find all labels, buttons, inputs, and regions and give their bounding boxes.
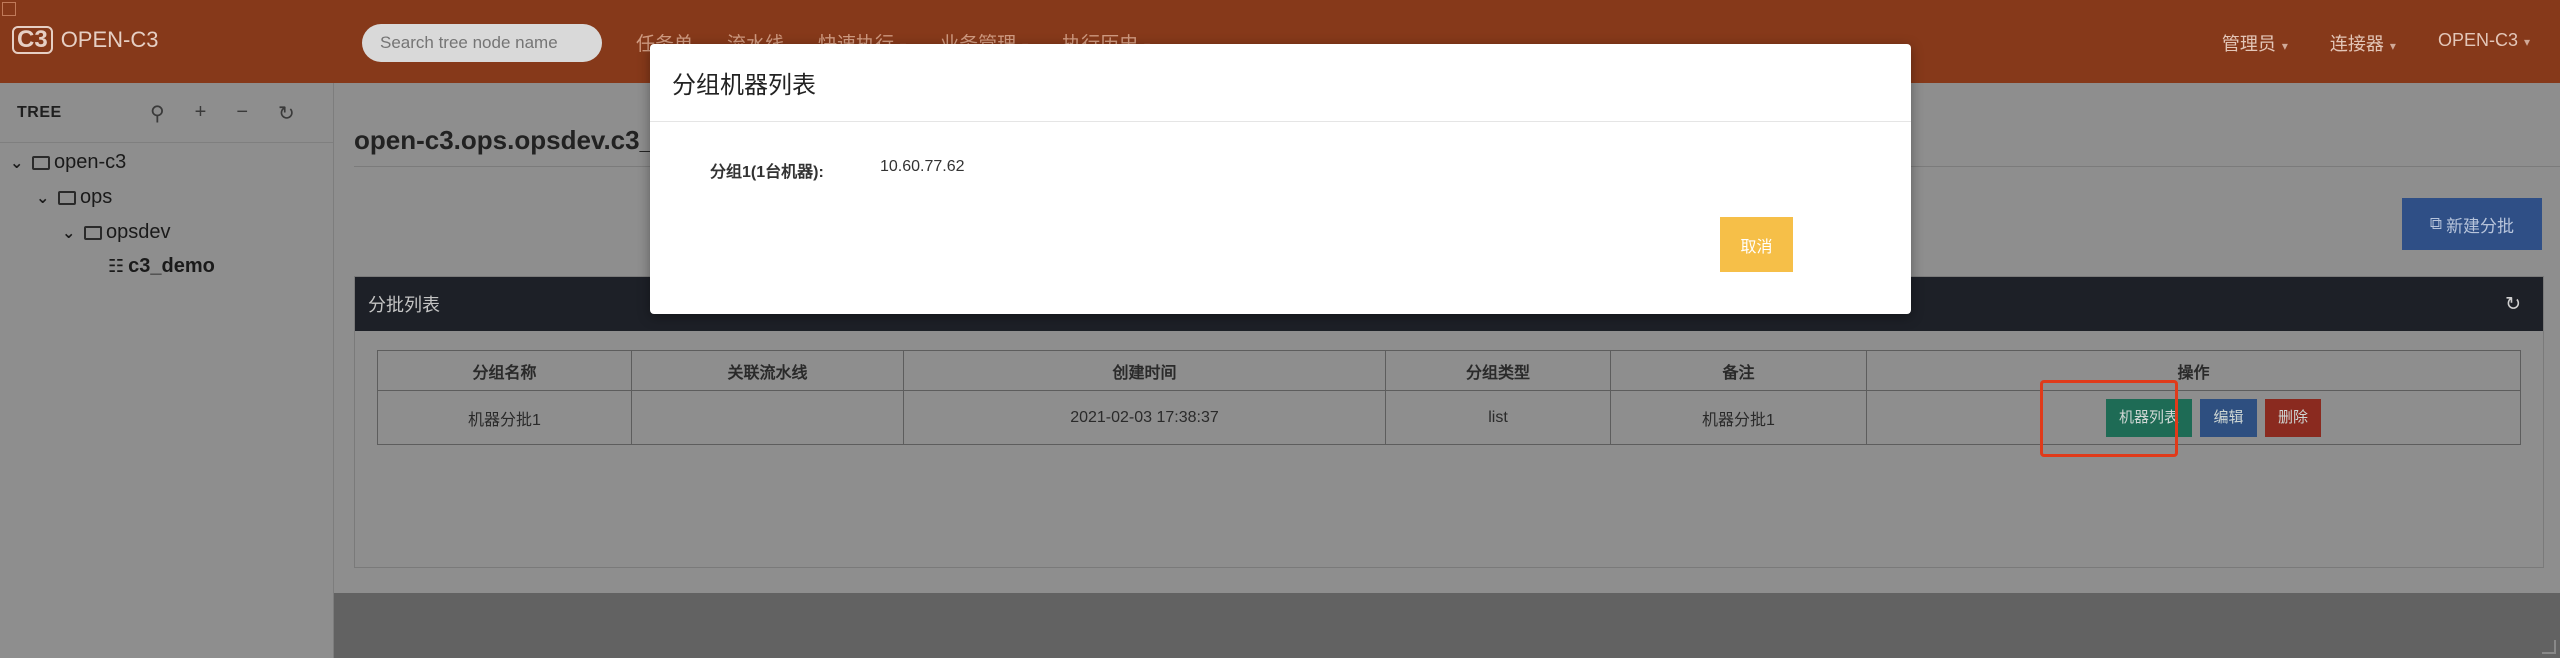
add-node-icon[interactable]: + bbox=[195, 101, 207, 126]
group-machine-ip: 10.60.77.62 bbox=[880, 158, 965, 175]
refresh-tree-icon[interactable]: ↻ bbox=[278, 101, 295, 126]
tree-sidebar: TREE ⚲ + − ↻ ⌄ open-c3 ⌄ ops ⌄ opsdev ☷ … bbox=[0, 83, 334, 658]
group-label: 分组1(1台机器): bbox=[710, 164, 824, 181]
chevron-down-icon[interactable]: ⌄ bbox=[36, 188, 54, 208]
tree-node-open-c3[interactable]: ⌄ open-c3 bbox=[10, 151, 126, 174]
batch-list-panel: 分批列表 ↻ 分组名称 关联流水线 创建时间 分组类型 备注 操作 机器分批1 … bbox=[354, 276, 2544, 568]
modal-title: 分组机器列表 bbox=[672, 72, 816, 99]
cell-remark: 机器分批1 bbox=[1610, 390, 1867, 445]
cell-actions: 机器列表 编辑 删除 bbox=[1866, 390, 2521, 445]
remove-node-icon[interactable]: − bbox=[236, 101, 248, 126]
locate-icon[interactable]: ⚲ bbox=[150, 101, 165, 126]
chevron-down-icon: ▾ bbox=[2389, 39, 2396, 53]
app-logo[interactable]: C3 OPEN-C3 bbox=[12, 26, 158, 54]
app-name: OPEN-C3 bbox=[60, 27, 159, 52]
group-machines-modal: 分组机器列表 分组1(1台机器): 10.60.77.62 取消 bbox=[650, 44, 1911, 314]
folder-icon bbox=[32, 155, 50, 170]
delete-button[interactable]: 删除 bbox=[2264, 398, 2321, 437]
chevron-down-icon: ▾ bbox=[2523, 35, 2530, 49]
nav-right: 管理员 ▾ 连接器 ▾ OPEN-C3 ▾ bbox=[2222, 30, 2530, 56]
tree-toolbar: ⚲ + − ↻ bbox=[150, 101, 295, 126]
cell-group-name: 机器分批1 bbox=[377, 390, 632, 445]
chevron-down-icon[interactable]: ⌄ bbox=[10, 153, 28, 173]
nav-admin[interactable]: 管理员 ▾ bbox=[2222, 30, 2288, 56]
tree-node-label: opsdev bbox=[106, 221, 171, 243]
tree-node-label: c3_demo bbox=[128, 255, 215, 277]
col-header-pipeline: 关联流水线 bbox=[631, 350, 904, 391]
add-batch-button[interactable]: ⧉ 新建分批 bbox=[2402, 198, 2542, 250]
tree-node-label: open-c3 bbox=[54, 151, 127, 173]
chevron-down-icon: ▾ bbox=[2281, 39, 2288, 53]
tree-node-c3-demo[interactable]: ☷ c3_demo bbox=[108, 255, 215, 278]
tree-node-opsdev[interactable]: ⌄ opsdev bbox=[62, 221, 171, 244]
add-batch-icon: ⧉ bbox=[2429, 214, 2443, 233]
page-title: open-c3.ops.opsdev.c3_d bbox=[354, 125, 670, 155]
table-header-row: 分组名称 关联流水线 创建时间 分组类型 备注 操作 bbox=[377, 350, 2521, 391]
edit-button[interactable]: 编辑 bbox=[2200, 398, 2257, 437]
window-corner-icon bbox=[2, 2, 16, 16]
tree-node-label: ops bbox=[80, 186, 113, 208]
c3-logo-icon: C3 bbox=[12, 26, 53, 54]
nav-connector[interactable]: 连接器 ▾ bbox=[2330, 30, 2396, 56]
col-header-group-name: 分组名称 bbox=[377, 350, 632, 391]
chevron-down-icon[interactable]: ⌄ bbox=[62, 223, 80, 243]
nav-label: 管理员 bbox=[2221, 34, 2276, 54]
server-group-icon: ☷ bbox=[108, 256, 125, 276]
machine-list-button[interactable]: 机器列表 bbox=[2106, 398, 2193, 437]
cancel-button[interactable]: 取消 bbox=[1720, 217, 1793, 272]
tree-title: TREE bbox=[17, 103, 62, 121]
tree-node-ops[interactable]: ⌄ ops bbox=[36, 186, 112, 209]
tree-search-input[interactable] bbox=[362, 24, 602, 62]
add-batch-label: 新建分批 bbox=[2446, 216, 2515, 236]
folder-icon bbox=[84, 225, 102, 240]
col-header-remark: 备注 bbox=[1610, 350, 1867, 391]
cell-type: list bbox=[1385, 390, 1611, 445]
modal-header: 分组机器列表 bbox=[650, 44, 1911, 122]
col-header-created: 创建时间 bbox=[903, 350, 1386, 391]
table-row: 机器分批1 2021-02-03 17:38:37 list 机器分批1 机器列… bbox=[377, 390, 2521, 445]
panel-title: 分批列表 bbox=[368, 295, 440, 315]
folder-icon bbox=[58, 190, 76, 205]
nav-label: OPEN-C3 bbox=[2437, 30, 2518, 50]
refresh-icon[interactable]: ↻ bbox=[2505, 293, 2521, 316]
resize-grip-icon[interactable] bbox=[2542, 640, 2556, 654]
col-header-type: 分组类型 bbox=[1385, 350, 1611, 391]
nav-user-menu[interactable]: OPEN-C3 ▾ bbox=[2438, 30, 2530, 56]
nav-label: 连接器 bbox=[2329, 34, 2384, 54]
col-header-actions: 操作 bbox=[1866, 350, 2521, 391]
batch-table: 分组名称 关联流水线 创建时间 分组类型 备注 操作 机器分批1 2021-02… bbox=[377, 350, 2521, 445]
cell-created: 2021-02-03 17:38:37 bbox=[903, 390, 1386, 445]
footer-bar bbox=[334, 593, 2560, 658]
cell-pipeline bbox=[631, 390, 904, 445]
